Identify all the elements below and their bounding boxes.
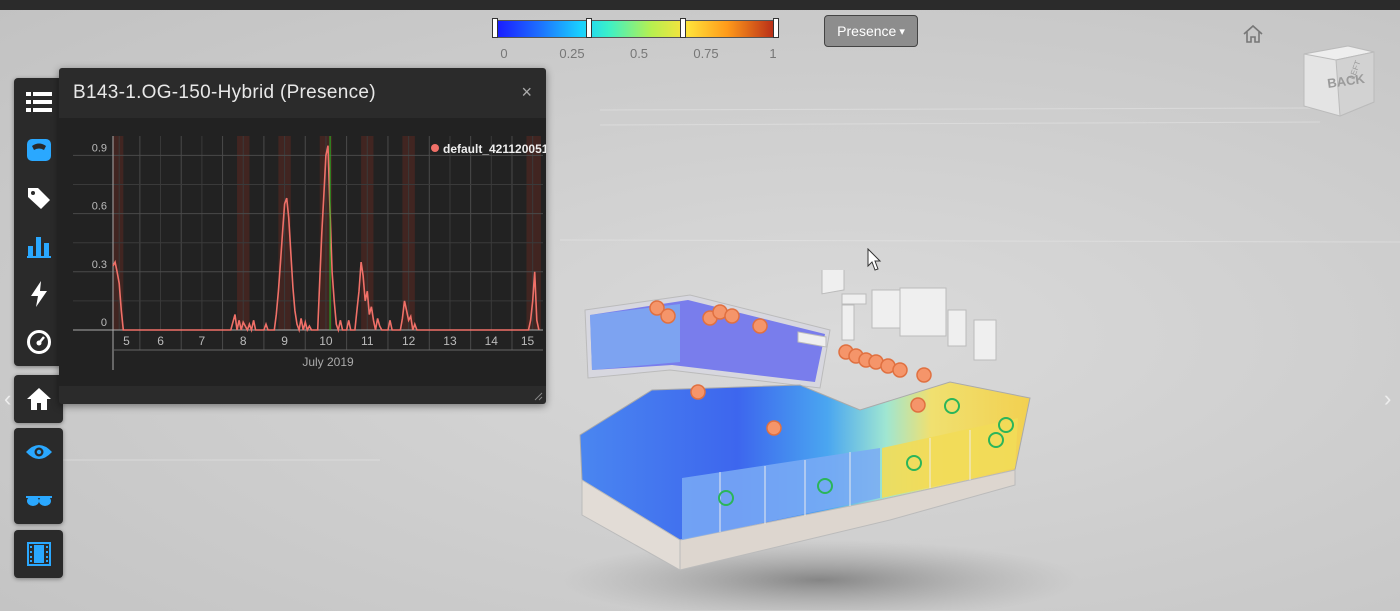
x-tick-label-9: 9: [281, 334, 288, 348]
scale-handle-high[interactable]: [680, 18, 686, 38]
tool-sensors[interactable]: [14, 126, 63, 174]
home-icon: [26, 388, 51, 410]
scale-label-05: 0.5: [629, 46, 649, 61]
tool-animation[interactable]: [14, 530, 63, 578]
exploded-walls: [797, 270, 997, 361]
x-tick-label-12: 12: [402, 334, 416, 348]
x-tick-label-11: 11: [361, 334, 374, 348]
mouse-cursor-icon: [867, 248, 882, 271]
scale-handle-max[interactable]: [773, 18, 779, 38]
resize-handle-icon[interactable]: [533, 391, 543, 401]
tool-home[interactable]: [14, 375, 63, 423]
x-tick-label-13: 13: [443, 334, 457, 348]
x-tick-label-14: 14: [485, 334, 499, 348]
tool-gauge[interactable]: [14, 318, 63, 366]
scale-label-1: 1: [769, 46, 777, 61]
next-arrow-icon[interactable]: ›: [1384, 386, 1391, 412]
home-icon[interactable]: [1242, 24, 1264, 44]
building-3d-view[interactable]: [560, 270, 1080, 610]
y-tick-label-0.3: 0.3: [92, 259, 107, 271]
toolbar-main: [14, 78, 63, 366]
toolbar-view: [14, 428, 63, 524]
view-cube[interactable]: BACK LEFT: [1296, 40, 1380, 120]
previous-arrow-icon[interactable]: ‹: [4, 386, 11, 412]
color-scale: 0 0.25 0.5 0.75 1: [492, 18, 782, 64]
y-tick-label-0: 0: [101, 317, 107, 329]
tool-tags[interactable]: [14, 174, 63, 222]
glasses-icon: [25, 496, 52, 506]
legend-dot: [431, 144, 439, 152]
legend-label: default_421120051: [443, 142, 546, 156]
toolbar-media: [14, 530, 63, 578]
scale-label-0: 0: [500, 46, 508, 61]
model-browser-icon: [25, 92, 52, 112]
presence-chart[interactable]: 5 6 7 8 9 10 11 12 13 14 15 0 0.3 0.6 0.9 default_42112…: [59, 118, 554, 386]
tool-visibility[interactable]: [14, 428, 63, 476]
color-scale-gradient: [495, 20, 779, 38]
scale-label-075: 0.75: [693, 46, 719, 61]
y-tick-label-0.6: 0.6: [92, 201, 107, 213]
energy-icon: [30, 281, 47, 307]
film-icon: [26, 542, 51, 566]
tool-vr[interactable]: [14, 476, 63, 524]
x-tick-label-7: 7: [199, 334, 206, 348]
chart-icon: [26, 237, 51, 258]
tool-model-browser[interactable]: [14, 78, 63, 126]
x-tick-label-5: 5: [123, 334, 130, 348]
chart-area: 5 6 7 8 9 10 11 12 13 14 15 0 0.3 0.6 0.9 default_42112…: [59, 118, 554, 386]
panel-title: B143-1.OG-150-Hybrid (Presence): [73, 82, 376, 103]
floor-shadow: [560, 540, 1080, 610]
toolbar-home: [14, 375, 63, 423]
x-tick-label-8: 8: [240, 334, 247, 348]
sensor-icon: [26, 139, 51, 161]
chevron-down-icon: ▾: [899, 25, 905, 38]
tag-icon: [27, 188, 50, 209]
tool-energy[interactable]: [14, 270, 63, 318]
y-tick-label-0.9: 0.9: [92, 142, 107, 154]
tool-charts[interactable]: [14, 222, 63, 270]
x-tick-label-6: 6: [157, 334, 164, 348]
x-axis-title: July 2019: [302, 355, 354, 369]
eye-icon: [25, 445, 52, 459]
x-tick-label-10: 10: [319, 334, 333, 348]
scale-label-025: 0.25: [559, 46, 585, 61]
presence-dropdown[interactable]: Presence ▾: [824, 15, 918, 47]
presence-dropdown-label: Presence: [837, 23, 897, 39]
gauge-icon: [26, 330, 51, 354]
scale-handle-min[interactable]: [492, 18, 498, 38]
scale-handle-low[interactable]: [586, 18, 592, 38]
close-icon[interactable]: ×: [521, 82, 532, 103]
sensor-chart-panel: B143-1.OG-150-Hybrid (Presence) × 5 6 7 8 9 1…: [59, 68, 554, 404]
x-tick-label-15: 15: [521, 334, 535, 348]
